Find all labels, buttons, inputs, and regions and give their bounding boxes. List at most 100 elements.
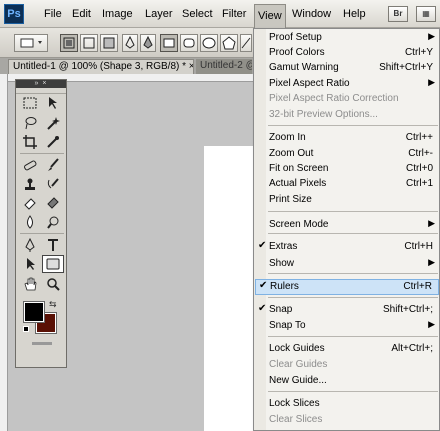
polygon-option[interactable] (220, 34, 238, 52)
view-menu-item-snap-to[interactable]: Snap To ▶ (255, 319, 439, 334)
menu-item-label: Fit on Screen (269, 163, 329, 174)
fill-pixels-icon (103, 37, 115, 49)
shape-layers-mode[interactable] (60, 34, 78, 52)
view-menu-item-zoom-in[interactable]: Zoom In Ctrl++ (255, 131, 439, 146)
menu-select[interactable]: Select (182, 0, 213, 28)
menu-file[interactable]: File (44, 0, 62, 28)
menu-separator (268, 233, 438, 234)
view-menu-item-rulers[interactable]: ✔ Rulers Ctrl+R (255, 279, 439, 295)
submenu-arrow-icon: ▶ (428, 257, 435, 267)
marquee-tool-icon[interactable] (19, 94, 41, 112)
menu-filter[interactable]: Filter (222, 0, 246, 28)
paths-mode[interactable] (80, 34, 98, 52)
menu-item-label: Show (269, 258, 295, 269)
bridge-button[interactable]: Br (388, 6, 408, 22)
mini-bridge-button[interactable]: ▦ (416, 6, 436, 22)
menu-item-label: 32-bit Preview Options... (269, 109, 378, 120)
menu-help[interactable]: Help (343, 0, 366, 28)
menu-item-shortcut: Ctrl++ (405, 132, 433, 143)
menu-item-label: Clear Guides (269, 359, 328, 370)
zoom-tool-icon[interactable] (42, 275, 64, 293)
menu-item-shortcut: Ctrl+H (404, 241, 433, 252)
view-menu-item-zoom-out[interactable]: Zoom Out Ctrl+- (255, 147, 439, 162)
menu-item-shortcut: Ctrl+0 (406, 163, 433, 174)
menu-separator (268, 336, 438, 337)
move-tool-icon[interactable] (42, 94, 64, 112)
tab-untitled-1[interactable]: Untitled-1 @ 100% (Shape 3, RGB/8) * × (8, 59, 194, 74)
view-menu-item-show[interactable]: Show ▶ (255, 257, 439, 272)
view-menu-item-fit-on-screen[interactable]: Fit on Screen Ctrl+0 (255, 162, 439, 177)
rectangle-tool-icon[interactable] (42, 255, 64, 273)
default-colors-icon[interactable] (23, 326, 29, 332)
checkmark-icon: ✔ (259, 280, 268, 291)
tab-untitled-2[interactable]: Untitled-2 @ (196, 59, 252, 74)
line-option[interactable] (240, 34, 252, 52)
view-menu-item-snap[interactable]: ✔ Snap Shift+Ctrl+; (255, 303, 439, 318)
crop-tool-icon[interactable] (19, 133, 41, 151)
view-menu-item-lock-slices[interactable]: Lock Slices (255, 397, 439, 412)
history-brush-icon[interactable] (42, 175, 64, 193)
eraser-tool-icon[interactable] (19, 194, 41, 212)
menu-separator (268, 211, 438, 212)
swap-colors-icon[interactable]: ⇆ (49, 299, 57, 310)
view-menu-item-proof-colors[interactable]: Proof Colors Ctrl+Y (255, 46, 439, 61)
menu-item-label: Proof Setup (269, 32, 322, 43)
ellipse-option[interactable] (200, 34, 218, 52)
rectangle-shape-option[interactable] (160, 34, 178, 52)
view-menu-item-pixel-aspect-ratio[interactable]: Pixel Aspect Ratio ▶ (255, 77, 439, 92)
tab-untitled-1-label: Untitled-1 @ 100% (Shape 3, RGB/8) * (13, 61, 187, 72)
view-menu-item-proof-setup[interactable]: Proof Setup ▶ (255, 31, 439, 46)
hand-tool-icon[interactable] (19, 275, 41, 293)
menu-item-label: Pixel Aspect Ratio (269, 78, 350, 89)
menu-layer[interactable]: Layer (145, 0, 173, 28)
gradient-tool-icon[interactable] (42, 194, 64, 212)
view-menu-item-lock-guides[interactable]: Lock Guides Alt+Ctrl+; (255, 342, 439, 357)
view-menu-item-extras[interactable]: ✔ Extras Ctrl+H (255, 240, 439, 255)
view-menu-item-clear-slices: Clear Slices (255, 413, 439, 428)
foreground-color-swatch[interactable] (23, 301, 45, 323)
pen-icon (125, 35, 135, 49)
menu-image[interactable]: Image (102, 0, 133, 28)
tools-separator (20, 233, 64, 234)
paths-icon (83, 37, 95, 49)
menu-window[interactable]: Window (292, 0, 331, 28)
view-menu-item-new-guide[interactable]: New Guide... (255, 374, 439, 389)
clone-stamp-icon[interactable] (19, 175, 41, 193)
menu-edit[interactable]: Edit (72, 0, 91, 28)
vertical-ruler[interactable] (0, 74, 8, 431)
blur-tool-icon[interactable] (19, 213, 41, 231)
photoshop-logo: Ps (4, 4, 24, 24)
menu-item-shortcut: Shift+Ctrl+Y (379, 62, 433, 73)
view-menu-item-print-size[interactable]: Print Size (255, 193, 439, 208)
lasso-tool-icon[interactable] (19, 114, 41, 132)
menu-item-shortcut: Alt+Ctrl+; (391, 343, 433, 354)
fill-pixels-mode[interactable] (100, 34, 118, 52)
rounded-rectangle-option[interactable] (180, 34, 198, 52)
pen-tool-icon[interactable] (19, 236, 41, 254)
submenu-arrow-icon: ▶ (428, 218, 435, 228)
menu-bar: Ps File Edit Image Layer Select Filter V… (0, 0, 440, 28)
pen-tool-option[interactable] (122, 34, 138, 52)
tool-preset-picker[interactable] (14, 34, 48, 52)
view-menu-item-gamut-warning[interactable]: Gamut Warning Shift+Ctrl+Y (255, 61, 439, 76)
view-menu-item-actual-pixels[interactable]: Actual Pixels Ctrl+1 (255, 177, 439, 192)
menu-item-label: Print Size (269, 194, 312, 205)
dodge-tool-icon[interactable] (42, 213, 64, 231)
tab-close-icon[interactable]: × (189, 61, 193, 72)
view-menu-item-screen-mode[interactable]: Screen Mode ▶ (255, 218, 439, 233)
freeform-pen-option[interactable] (140, 34, 156, 52)
menu-item-shortcut: Ctrl+Y (404, 47, 433, 58)
path-selection-icon[interactable] (19, 255, 41, 273)
quick-mask-button[interactable] (32, 342, 52, 345)
tools-panel-header[interactable]: » × (16, 80, 66, 88)
menu-item-label: Lock Slices (269, 398, 320, 409)
type-tool-icon[interactable] (42, 236, 64, 254)
menu-view[interactable]: View (254, 4, 286, 28)
spot-healing-icon[interactable] (19, 156, 41, 174)
submenu-arrow-icon: ▶ (428, 77, 435, 87)
eyedropper-icon[interactable] (42, 133, 64, 151)
view-menu-dropdown: Proof Setup ▶ Proof Colors Ctrl+Y Gamut Warn… (253, 28, 440, 431)
magic-wand-icon[interactable] (42, 114, 64, 132)
brush-tool-icon[interactable] (42, 156, 64, 174)
line-icon (241, 37, 251, 49)
